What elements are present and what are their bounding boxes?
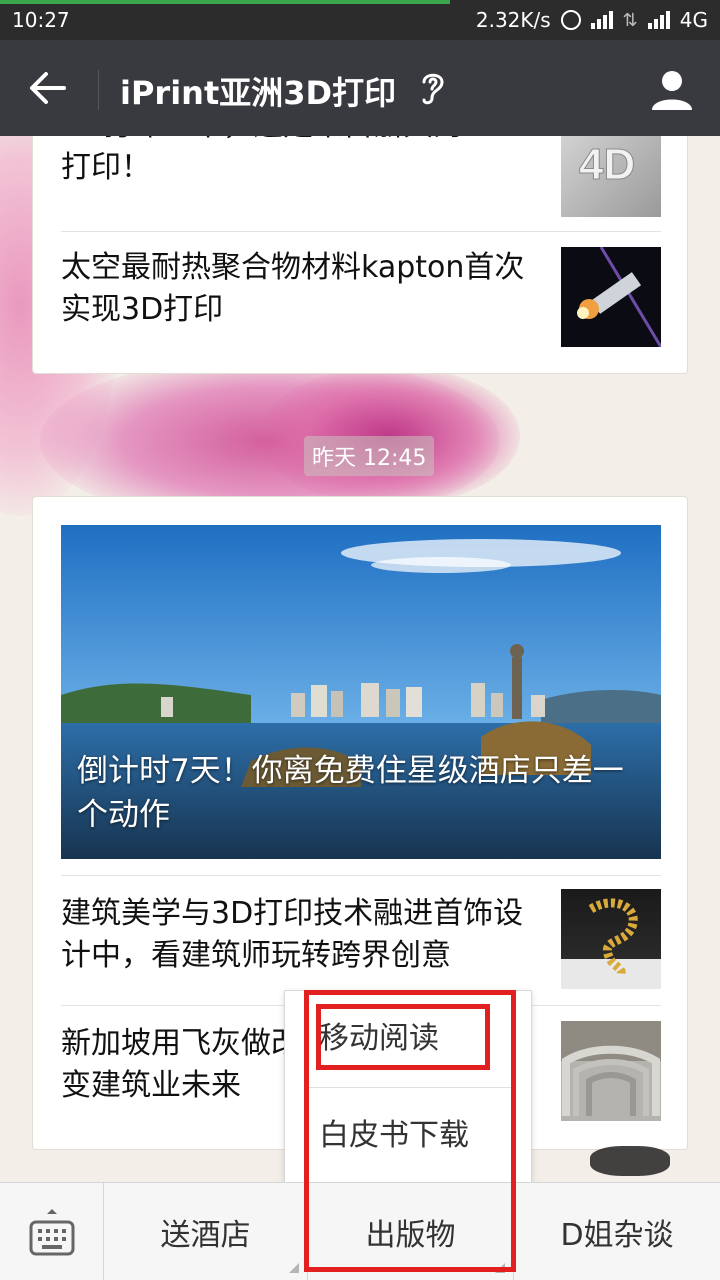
article-thumbnail: [561, 889, 661, 989]
svg-text:4D: 4D: [579, 140, 635, 189]
back-button[interactable]: [20, 60, 76, 116]
article-title: 建筑美学与3D打印技术融进首饰设计中，看建筑师玩转跨界创意: [61, 896, 524, 973]
network-type: 4G: [679, 8, 708, 32]
status-bar: 10:27 2.32K/s ⇅ 4G: [0, 0, 720, 40]
submenu-indicator: [289, 1263, 299, 1273]
divider: [61, 875, 661, 876]
message-timestamp: 昨天 12:45: [304, 436, 435, 476]
submenu-indicator: [495, 1263, 505, 1273]
article-thumbnail: 4D: [561, 136, 661, 217]
article-thumbnail: [561, 1021, 661, 1121]
title-divider: [98, 70, 99, 110]
status-time: 10:27: [12, 8, 70, 32]
page-title: iPrint亚洲3D打印: [120, 74, 397, 112]
article-title: 3D打印？不，这是来自浙大的4D打印！: [61, 136, 505, 185]
article-item[interactable]: 建筑美学与3D打印技术融进首饰设计中，看建筑师玩转跨界创意: [61, 889, 661, 989]
hero-article[interactable]: 倒计时7天！你离免费住星级酒店只差一个动作: [61, 525, 661, 859]
alarm-icon: [560, 10, 581, 30]
ink-stroke: [590, 1146, 670, 1176]
menu-item-mobile-reading[interactable]: 移动阅读: [285, 991, 533, 1087]
menu-label: 出版物: [365, 1218, 456, 1253]
loading-progress: [0, 0, 450, 4]
back-arrow-icon: [30, 72, 66, 104]
title-bar: iPrint亚洲3D打印: [0, 40, 720, 136]
menu-button-publications[interactable]: 出版物: [308, 1183, 514, 1280]
bottom-menu-bar: 送酒店 出版物 D姐杂谈: [0, 1182, 720, 1280]
data-arrows-icon: ⇅: [622, 9, 638, 31]
article-thumbnail: [561, 247, 661, 347]
hero-caption: 倒计时7天！你离免费住星级酒店只差一个动作: [77, 753, 624, 833]
article-title: 新加坡用飞灰做改变建筑业未来: [61, 1026, 301, 1103]
status-indicators: 2.32K/s ⇅ 4G: [476, 8, 708, 32]
menu-item-whitepaper-download[interactable]: 白皮书下载: [285, 1088, 533, 1184]
user-icon: [652, 71, 692, 110]
ear-icon: [422, 73, 444, 105]
menu-label: D姐杂谈: [560, 1218, 674, 1253]
menu-label: 送酒店: [160, 1218, 251, 1253]
divider: [61, 231, 661, 232]
submenu-popup: 移动阅读 白皮书下载: [284, 990, 532, 1184]
menu-button-hotel[interactable]: 送酒店: [104, 1183, 308, 1280]
menu-button-talk[interactable]: D姐杂谈: [514, 1183, 720, 1280]
net-speed: 2.32K/s: [475, 8, 551, 32]
article-card: 3D打印？不，这是来自浙大的4D打印！ 4D 太空最耐热聚合物材料kapton首…: [32, 136, 688, 374]
profile-button[interactable]: [644, 62, 700, 118]
article-title: 太空最耐热聚合物材料kapton首次实现3D打印: [61, 250, 525, 327]
signal-icon: [647, 11, 670, 29]
signal-icon: [590, 11, 613, 29]
keyboard-toggle-button[interactable]: [0, 1183, 104, 1280]
keyboard-icon: [29, 1209, 74, 1256]
article-item[interactable]: 3D打印？不，这是来自浙大的4D打印！ 4D: [61, 136, 661, 217]
article-item[interactable]: 太空最耐热聚合物材料kapton首次实现3D打印: [61, 247, 661, 347]
